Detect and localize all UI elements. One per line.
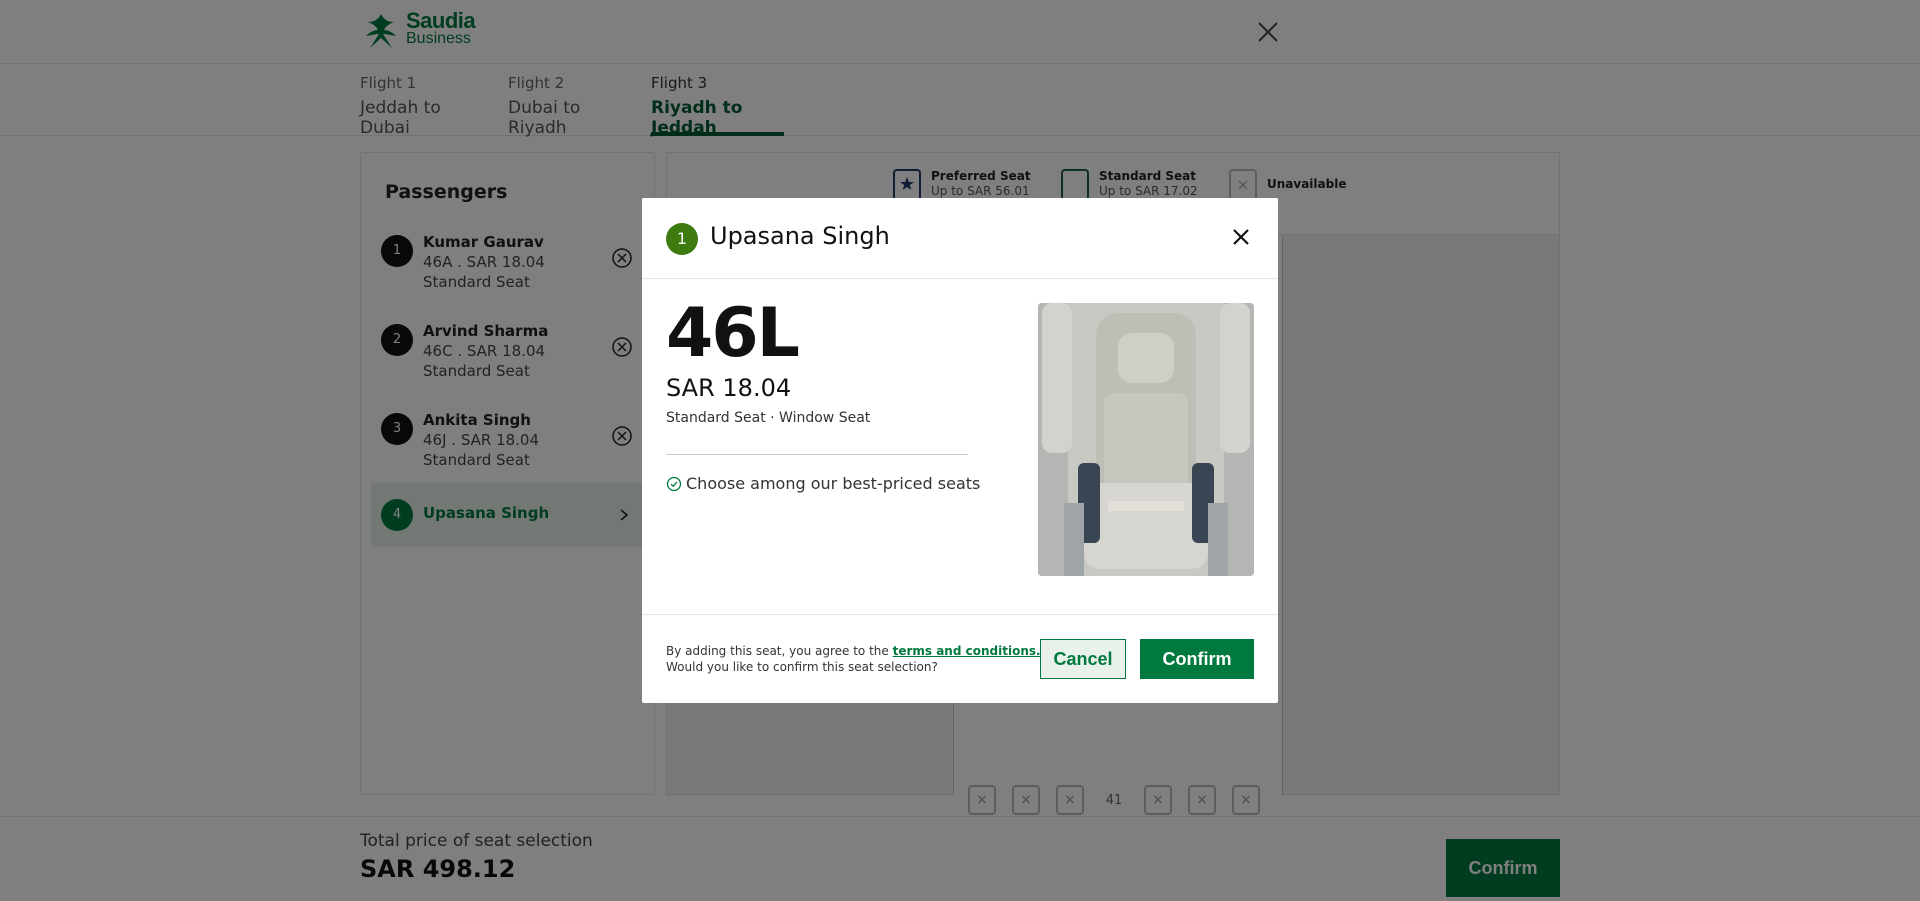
- cancel-button[interactable]: Cancel: [1040, 639, 1126, 679]
- terms-text: By adding this seat, you agree to the te…: [666, 643, 1041, 675]
- close-icon[interactable]: [1228, 224, 1254, 250]
- seat-feature-text: Choose among our best-priced seats: [686, 474, 981, 493]
- terms-prefix: By adding this seat, you agree to the: [666, 644, 893, 658]
- seat-feature: Choose among our best-priced seats: [666, 474, 980, 493]
- confirm-question: Would you like to confirm this seat sele…: [666, 660, 938, 674]
- dialog-header: 1 Upasana Singh: [642, 198, 1278, 279]
- seat-confirm-dialog: 1 Upasana Singh 46L SAR 18.04 Standard S…: [642, 198, 1278, 703]
- seat-price: SAR 18.04: [666, 374, 792, 402]
- check-circle-icon: [666, 476, 682, 491]
- terms-link[interactable]: terms and conditions.: [893, 644, 1041, 658]
- confirm-button[interactable]: Confirm: [1140, 639, 1254, 679]
- seat-number: 46L: [666, 294, 800, 373]
- seat-type: Standard Seat · Window Seat: [666, 410, 871, 426]
- passenger-number-badge: 1: [666, 223, 698, 255]
- dialog-footer: By adding this seat, you agree to the te…: [642, 614, 1278, 703]
- dialog-passenger-name: Upasana Singh: [710, 222, 890, 250]
- divider: [666, 454, 968, 455]
- seat-photo: [1038, 303, 1254, 576]
- seat-image-icon: [1038, 303, 1254, 576]
